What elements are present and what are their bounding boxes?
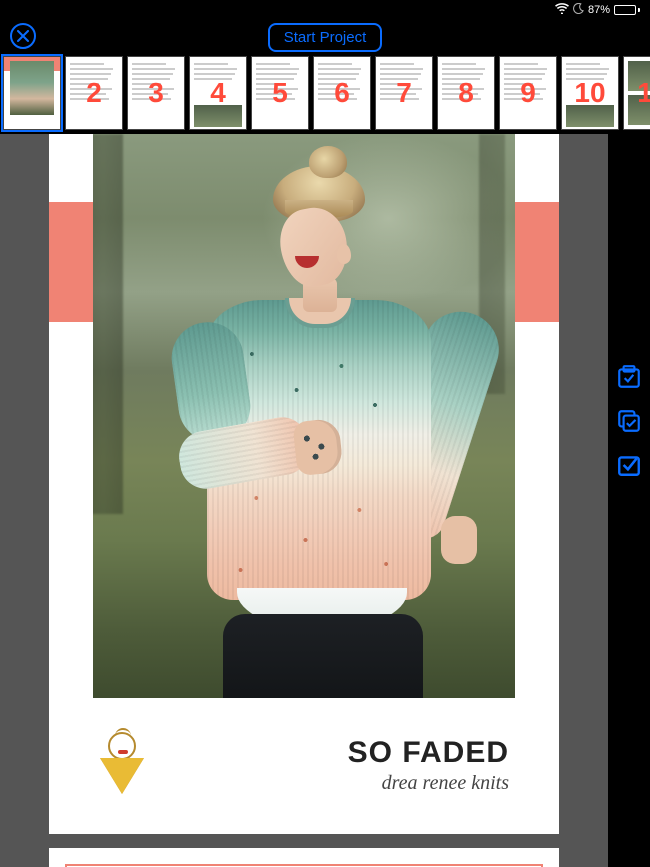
toolbar: Start Project [0,20,650,54]
page-thumb-9[interactable]: 9 [499,56,557,130]
page-thumb-10[interactable]: 10 [561,56,619,130]
checkbox-icon [616,452,642,478]
page-2-peek [49,848,559,867]
status-bar: 87% [0,0,650,20]
page-number: 9 [520,77,536,109]
page-thumb-11[interactable]: 11 [623,56,650,130]
page-thumb-5[interactable]: 5 [251,56,309,130]
pattern-title: SO FADED [348,736,509,770]
copy-check-icon [616,408,642,434]
copy-check-tool[interactable] [616,408,642,434]
cover-photo [93,134,515,698]
page-number: 11 [637,77,650,109]
page-thumb-3[interactable]: 3 [127,56,185,130]
page-number: 10 [574,77,605,109]
battery-percent: 87% [588,4,610,16]
brand-logo [99,732,145,798]
document-viewport[interactable]: SO FADED drea renee knits [0,134,608,867]
page-number: 7 [396,77,412,109]
page-number: 5 [272,77,288,109]
battery-icon [614,5,640,15]
side-toolbar [608,134,650,867]
pattern-author: drea renee knits [348,772,509,795]
page-thumb-4[interactable]: 4 [189,56,247,130]
page-1: SO FADED drea renee knits [49,134,559,834]
page-thumb-7[interactable]: 7 [375,56,433,130]
page-number: 6 [334,77,350,109]
page-thumb-1[interactable] [3,56,61,130]
page-thumb-8[interactable]: 8 [437,56,495,130]
checkbox-tool[interactable] [616,452,642,478]
page-thumbnail-strip[interactable]: 2 3 4 5 6 7 8 9 10 11 [0,54,650,134]
page-number: 4 [210,77,226,109]
checklist-icon [616,364,642,390]
page-thumb-6[interactable]: 6 [313,56,371,130]
page-number: 8 [458,77,474,109]
close-button[interactable] [10,23,36,49]
page-number: 2 [86,77,102,109]
page-number: 3 [148,77,164,109]
start-project-button[interactable]: Start Project [268,23,383,52]
close-icon [17,30,29,42]
do-not-disturb-icon [573,3,584,17]
wifi-icon [555,3,569,17]
page-thumb-2[interactable]: 2 [65,56,123,130]
checklist-tool[interactable] [616,364,642,390]
